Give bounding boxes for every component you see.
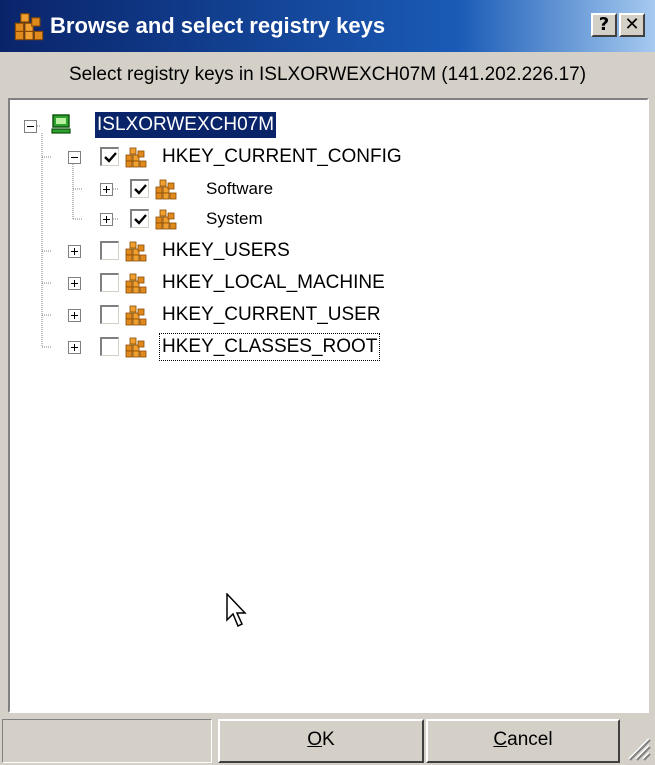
ok-accelerator: O — [307, 729, 323, 750]
hkey-classes-root-expand-toggle[interactable] — [68, 341, 81, 354]
hkey-current-user-expand-toggle[interactable] — [68, 309, 81, 322]
tree-root-label[interactable]: ISLXORWEXCH07M — [95, 112, 277, 138]
help-button[interactable]: ? — [591, 13, 617, 37]
registry-key-icon — [155, 179, 177, 200]
registry-key-icon — [155, 209, 177, 230]
mouse-pointer-icon — [226, 593, 247, 628]
resize-grip-icon[interactable] — [625, 735, 651, 761]
hkey-local-machine-checkbox[interactable] — [100, 273, 119, 292]
registry-key-icon — [14, 13, 44, 41]
hkey-current-config-checkbox[interactable] — [100, 147, 119, 166]
hkey-users-expand-toggle[interactable] — [68, 245, 81, 258]
registry-key-icon — [125, 305, 147, 326]
ok-label: K — [322, 729, 335, 750]
hkey-local-machine-expand-toggle[interactable] — [68, 277, 81, 290]
hkey-users-checkbox[interactable] — [100, 241, 119, 260]
system-checkbox[interactable] — [130, 209, 149, 228]
software-expand-toggle[interactable] — [100, 183, 113, 196]
cancel-accelerator: C — [493, 729, 508, 750]
hkey-current-config-collapse-toggle[interactable] — [68, 151, 81, 164]
tree-item-label[interactable]: HKEY_LOCAL_MACHINE — [160, 270, 387, 296]
registry-tree-view[interactable]: ISLXORWEXCH07M HKEY_CURRENT_CONFIG Softw… — [8, 98, 649, 713]
dialog-instruction: Select registry keys in ISLXORWEXCH07M (… — [68, 64, 587, 85]
ok-button[interactable]: OK — [218, 719, 424, 763]
dialog-footer: OK Cancel — [0, 717, 655, 765]
software-checkbox[interactable] — [130, 179, 149, 198]
tree-item-label[interactable]: Software — [204, 176, 275, 202]
window-title: Browse and select registry keys — [50, 13, 386, 38]
registry-key-icon — [125, 147, 147, 168]
hkey-current-user-checkbox[interactable] — [100, 305, 119, 324]
close-button[interactable]: ✕ — [619, 13, 645, 37]
registry-key-icon — [125, 337, 147, 358]
cancel-button[interactable]: Cancel — [426, 719, 620, 763]
status-panel — [2, 719, 212, 763]
root-collapse-toggle[interactable] — [24, 120, 37, 133]
registry-key-icon — [125, 273, 147, 294]
system-expand-toggle[interactable] — [100, 213, 113, 226]
title-bar[interactable]: Browse and select registry keys ? ✕ — [0, 0, 655, 52]
hkey-classes-root-checkbox[interactable] — [100, 337, 119, 356]
registry-key-icon — [125, 241, 147, 262]
tree-item-label[interactable]: HKEY_CLASSES_ROOT — [158, 333, 381, 361]
tree-item-label[interactable]: System — [204, 206, 265, 232]
tree-item-label[interactable]: HKEY_CURRENT_USER — [160, 302, 383, 328]
tree-item-label[interactable]: HKEY_CURRENT_CONFIG — [160, 144, 404, 170]
computer-icon — [51, 114, 71, 134]
cancel-label: ancel — [507, 729, 553, 750]
tree-item-label[interactable]: HKEY_USERS — [160, 238, 292, 264]
